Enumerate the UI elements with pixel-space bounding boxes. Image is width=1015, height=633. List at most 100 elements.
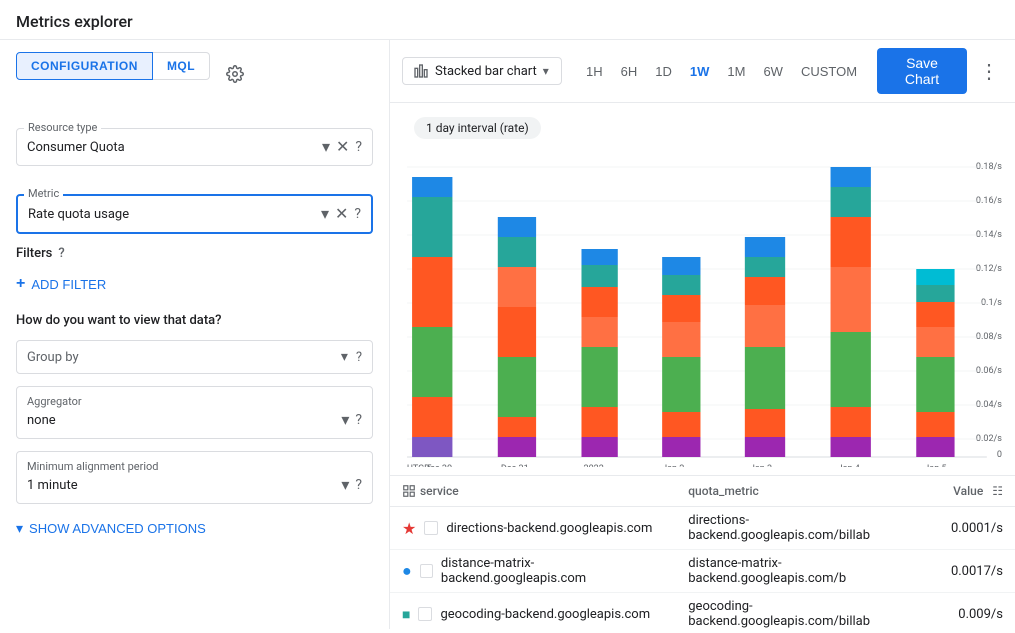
- svg-text:0: 0: [997, 450, 1002, 460]
- save-chart-label: Save Chart: [905, 55, 939, 87]
- metric-group: Metric Rate quota usage ▾ ✕ ?: [16, 178, 373, 234]
- alignment-value: 1 minute: [27, 478, 341, 493]
- svg-text:Dec 31: Dec 31: [501, 464, 529, 467]
- resource-type-label: Resource type: [24, 121, 101, 134]
- resource-type-group: Resource type Consumer Quota ▾ ✕ ?: [16, 112, 373, 166]
- service-cell-3: ■ geocoding-backend.googleapis.com: [390, 593, 676, 630]
- resource-type-actions: ▾ ✕ ?: [322, 137, 362, 157]
- table-row: ★ directions-backend.googleapis.com dire…: [390, 507, 1015, 550]
- svg-text:2022: 2022: [584, 464, 604, 467]
- resource-type-dropdown-btn[interactable]: ▾: [322, 137, 330, 157]
- more-options-button[interactable]: ⋮: [975, 55, 1003, 88]
- aggregator-group: Aggregator none ▾ ?: [16, 386, 373, 439]
- bar-chart-icon: [413, 63, 429, 79]
- chart-type-selector[interactable]: Stacked bar chart ▾: [402, 57, 562, 85]
- right-panel: Stacked bar chart ▾ 1H 6H 1D 1W 1M 6W CU…: [390, 40, 1015, 629]
- interval-badge: 1 day interval (rate): [414, 117, 541, 139]
- service-cell-2: ● distance-matrix-backend.googleapis.com: [390, 550, 676, 593]
- aggregator-value: none: [27, 413, 341, 428]
- table-row: ■ geocoding-backend.googleapis.com geoco…: [390, 593, 1015, 630]
- aggregator-inner: none ▾ ?: [27, 410, 362, 430]
- row-color-circle: ●: [402, 561, 412, 581]
- app-header: Metrics explorer: [0, 0, 1015, 40]
- row-color-star: ★: [402, 519, 416, 538]
- time-btn-1m[interactable]: 1M: [719, 59, 753, 84]
- row-checkbox-1[interactable]: [424, 521, 438, 535]
- chart-type-arrow-icon: ▾: [543, 64, 549, 78]
- metric-dropdown-btn[interactable]: ▾: [321, 204, 329, 224]
- filters-row: Filters ?: [16, 246, 373, 261]
- value-col-label: Value: [953, 484, 983, 498]
- chart-area: 0.18/s 0.16/s 0.14/s 0.12/s 0.1/s 0.08/s…: [390, 153, 1015, 471]
- time-buttons: 1H 6H 1D 1W 1M 6W CUSTOM: [578, 59, 865, 84]
- value-cell-3: 0.009/s: [939, 593, 1015, 630]
- add-filter-icon: +: [16, 275, 25, 293]
- more-icon: ⋮: [979, 61, 999, 83]
- chart-svg: 0.18/s 0.16/s 0.14/s 0.12/s 0.1/s 0.08/s…: [402, 157, 1007, 467]
- resource-type-clear-btn[interactable]: ✕: [336, 137, 349, 157]
- chart-toolbar: Stacked bar chart ▾ 1H 6H 1D 1W 1M 6W CU…: [390, 40, 1015, 103]
- gear-icon: [226, 65, 244, 83]
- add-filter-label: ADD FILTER: [31, 277, 106, 292]
- group-by-help-icon[interactable]: ?: [356, 350, 362, 365]
- metric-help-icon[interactable]: ?: [354, 206, 361, 222]
- alignment-group: Minimum alignment period 1 minute ▾ ?: [16, 451, 373, 504]
- row-checkbox-2[interactable]: [420, 564, 433, 578]
- metric-actions: ▾ ✕ ?: [321, 204, 361, 224]
- time-btn-6w[interactable]: 6W: [755, 59, 791, 84]
- tab-configuration[interactable]: CONFIGURATION: [16, 52, 153, 80]
- settings-button[interactable]: [226, 65, 244, 83]
- metric-clear-btn[interactable]: ✕: [335, 204, 348, 224]
- left-panel: CONFIGURATION MQL Resource type Consumer…: [0, 40, 390, 629]
- alignment-inner: 1 minute ▾ ?: [27, 475, 362, 495]
- metric-value: Rate quota usage: [28, 207, 321, 222]
- show-advanced-label: SHOW ADVANCED OPTIONS: [29, 521, 206, 536]
- alignment-help-icon[interactable]: ?: [355, 477, 362, 493]
- svg-text:Dec 30: Dec 30: [424, 464, 452, 467]
- group-by-arrow-icon: ▾: [341, 349, 348, 365]
- grid-icon: [402, 484, 416, 498]
- service-value-3: geocoding-backend.googleapis.com: [440, 607, 650, 622]
- svg-text:Jan 2: Jan 2: [662, 464, 684, 467]
- alignment-label: Minimum alignment period: [27, 460, 362, 473]
- chevron-down-icon: ▾: [16, 520, 23, 537]
- alignment-dropdown-btn[interactable]: ▾: [341, 475, 349, 495]
- filters-help-icon[interactable]: ?: [58, 246, 64, 261]
- time-btn-1d[interactable]: 1D: [647, 59, 680, 84]
- service-value-2: distance-matrix-backend.googleapis.com: [441, 556, 664, 586]
- columns-icon[interactable]: ☷: [992, 484, 1003, 498]
- service-col-icon: service: [402, 484, 664, 498]
- svg-text:Jan 4: Jan 4: [838, 464, 860, 467]
- row-checkbox-3[interactable]: [418, 607, 432, 621]
- quota-metric-cell-2: distance-matrix-backend.googleapis.com/b: [676, 550, 939, 593]
- service-column-header: service: [390, 476, 676, 507]
- aggregator-label: Aggregator: [27, 395, 362, 408]
- time-btn-1h[interactable]: 1H: [578, 59, 611, 84]
- legend-table: service quota_metric Value ☷: [390, 475, 1015, 629]
- quota-metric-cell-3: geocoding-backend.googleapis.com/billab: [676, 593, 939, 630]
- add-filter-button[interactable]: + ADD FILTER: [16, 271, 106, 297]
- time-btn-6h[interactable]: 6H: [613, 59, 646, 84]
- service-cell: ★ directions-backend.googleapis.com: [390, 507, 676, 550]
- value-column-header: Value ☷: [939, 476, 1015, 507]
- aggregator-help-icon[interactable]: ?: [355, 412, 362, 428]
- time-btn-custom[interactable]: CUSTOM: [793, 59, 865, 84]
- value-cell-2: 0.0017/s: [939, 550, 1015, 593]
- group-by-field[interactable]: Group by ▾ ?: [16, 340, 373, 374]
- metric-field[interactable]: Rate quota usage ▾ ✕ ?: [16, 194, 373, 234]
- show-advanced-button[interactable]: ▾ SHOW ADVANCED OPTIONS: [16, 516, 206, 541]
- save-chart-button[interactable]: Save Chart: [877, 48, 967, 94]
- svg-text:Jan 5: Jan 5: [924, 464, 946, 467]
- value-cell-1: 0.0001/s: [939, 507, 1015, 550]
- metric-label: Metric: [24, 187, 63, 200]
- time-btn-1w[interactable]: 1W: [682, 59, 718, 84]
- quota-metric-col-label: quota_metric: [688, 484, 759, 498]
- quota-metric-cell-1: directions-backend.googleapis.com/billab: [676, 507, 939, 550]
- service-value-1: directions-backend.googleapis.com: [446, 521, 652, 536]
- resource-type-value: Consumer Quota: [27, 140, 322, 155]
- app-title: Metrics explorer: [16, 12, 133, 31]
- tab-mql[interactable]: MQL: [153, 52, 210, 80]
- chart-type-label: Stacked bar chart: [435, 64, 537, 79]
- aggregator-dropdown-btn[interactable]: ▾: [341, 410, 349, 430]
- resource-type-help-icon[interactable]: ?: [355, 139, 362, 155]
